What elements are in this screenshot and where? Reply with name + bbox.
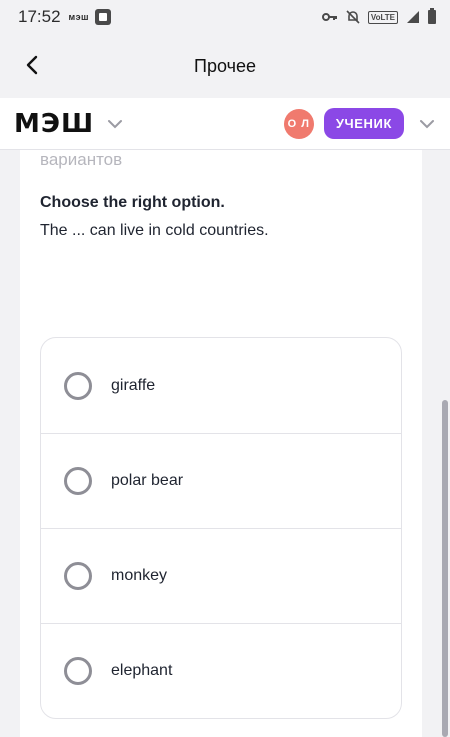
mesh-logo[interactable]: МЭШ — [14, 109, 94, 139]
option-label: polar bear — [111, 472, 184, 489]
option-polar-bear[interactable]: polar bear — [41, 433, 401, 528]
chevron-down-icon[interactable] — [418, 115, 436, 133]
question-title: Choose the right option. — [40, 194, 225, 211]
volte-icon: VoLTE — [367, 10, 398, 24]
app-notification-icon — [95, 9, 112, 25]
status-bar: 17:52 мэш VoLTE — [0, 0, 450, 34]
radio-button[interactable] — [64, 467, 92, 495]
chevron-down-icon[interactable] — [106, 115, 124, 133]
avatar[interactable]: О Л — [283, 108, 314, 139]
key-icon — [321, 13, 337, 21]
option-monkey[interactable]: monkey — [41, 528, 401, 623]
radio-button[interactable] — [64, 657, 92, 685]
user-menu[interactable]: О Л УЧЕНИК — [283, 108, 436, 139]
radio-button[interactable] — [64, 371, 92, 400]
status-app-label: мэш — [68, 12, 90, 22]
radio-button[interactable] — [64, 562, 92, 590]
scrollbar[interactable] — [442, 400, 448, 737]
option-giraffe[interactable]: giraffe — [41, 338, 401, 433]
question-card: вариантов Choose the right option. The .… — [20, 150, 422, 737]
back-arrow-icon[interactable] — [22, 54, 44, 76]
battery-icon — [428, 8, 436, 24]
status-time: 17:52 — [18, 7, 61, 26]
option-elephant[interactable]: elephant — [41, 623, 401, 718]
notifications-off-icon — [346, 10, 360, 24]
answer-options: giraffe polar bear monkey elephant — [40, 337, 402, 719]
signal-icon — [407, 11, 419, 23]
instruction-text: вариантов — [40, 150, 123, 169]
role-badge[interactable]: УЧЕНИК — [323, 108, 404, 139]
question-text: The ... can live in cold countries. — [40, 222, 269, 239]
option-label: elephant — [111, 662, 173, 679]
option-label: giraffe — [111, 376, 156, 394]
option-label: monkey — [111, 567, 168, 584]
page-title: Прочее — [194, 55, 256, 76]
app-header: МЭШ О Л УЧЕНИК — [0, 98, 450, 150]
title-bar: Прочее — [0, 34, 450, 98]
status-icons: VoLTE — [321, 8, 436, 24]
